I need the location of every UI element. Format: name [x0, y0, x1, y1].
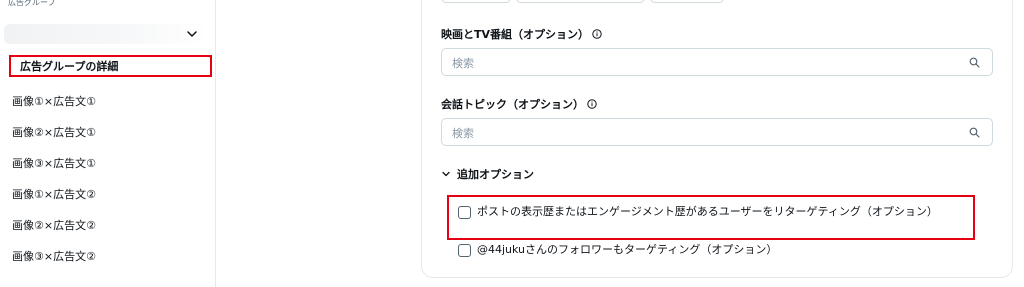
follower-checkbox[interactable]: [458, 244, 471, 257]
movies-tv-search-input[interactable]: [452, 55, 952, 71]
search-icon[interactable]: [969, 57, 980, 68]
info-icon[interactable]: [592, 29, 602, 39]
ad-group-selector[interactable]: [4, 24, 208, 44]
info-icon[interactable]: [587, 99, 597, 109]
topics-search-field[interactable]: [441, 118, 993, 146]
retargeting-option[interactable]: ポストの表示歴またはエンゲージメント歴があるユーザーをリターゲティング（オプショ…: [458, 205, 977, 219]
movies-tv-label: 映画とTV番組（オプション）: [441, 26, 602, 42]
topics-search-input[interactable]: [452, 125, 952, 141]
retargeting-option-label: ポストの表示歴またはエンゲージメント歴があるユーザーをリターゲティング（オプショ…: [477, 205, 938, 218]
retargeting-checkbox[interactable]: [458, 206, 471, 219]
chip[interactable]: [441, 0, 511, 3]
chevron-down-icon: [442, 171, 450, 177]
additional-options-label: 追加オプション: [457, 168, 534, 181]
sidebar-item-ad-4[interactable]: 画像①×広告文②: [12, 185, 96, 205]
topics-label: 会話トピック（オプション）: [441, 96, 597, 112]
sidebar-header: 広告グループ: [8, 0, 56, 7]
follower-option-label: @44jukuさんのフォロワーもターゲティング（オプション）: [477, 243, 778, 256]
movies-tv-label-text: 映画とTV番組（オプション）: [441, 28, 590, 41]
sidebar-item-ad-group-details[interactable]: 広告グループの詳細: [9, 55, 212, 77]
sidebar-item-ad-3[interactable]: 画像③×広告文①: [12, 154, 96, 174]
chip[interactable]: [516, 0, 645, 3]
chevron-down-icon[interactable]: [185, 27, 199, 41]
movies-tv-search-field[interactable]: [441, 48, 993, 76]
sidebar-item-ad-1[interactable]: 画像①×広告文①: [12, 92, 96, 112]
chip[interactable]: [650, 0, 724, 3]
follower-option[interactable]: @44jukuさんのフォロワーもターゲティング（オプション）: [458, 243, 977, 257]
sidebar: 広告グループ 広告グループの詳細 画像①×広告文① 画像②×広告文① 画像③×広…: [0, 0, 216, 287]
topics-label-text: 会話トピック（オプション）: [441, 98, 584, 111]
sidebar-item-ad-5[interactable]: 画像②×広告文②: [12, 216, 96, 236]
additional-options-toggle[interactable]: 追加オプション: [441, 165, 534, 183]
search-icon[interactable]: [969, 127, 980, 138]
sidebar-item-ad-2[interactable]: 画像②×広告文①: [12, 123, 96, 143]
sidebar-item-ad-6[interactable]: 画像③×広告文②: [12, 247, 96, 267]
